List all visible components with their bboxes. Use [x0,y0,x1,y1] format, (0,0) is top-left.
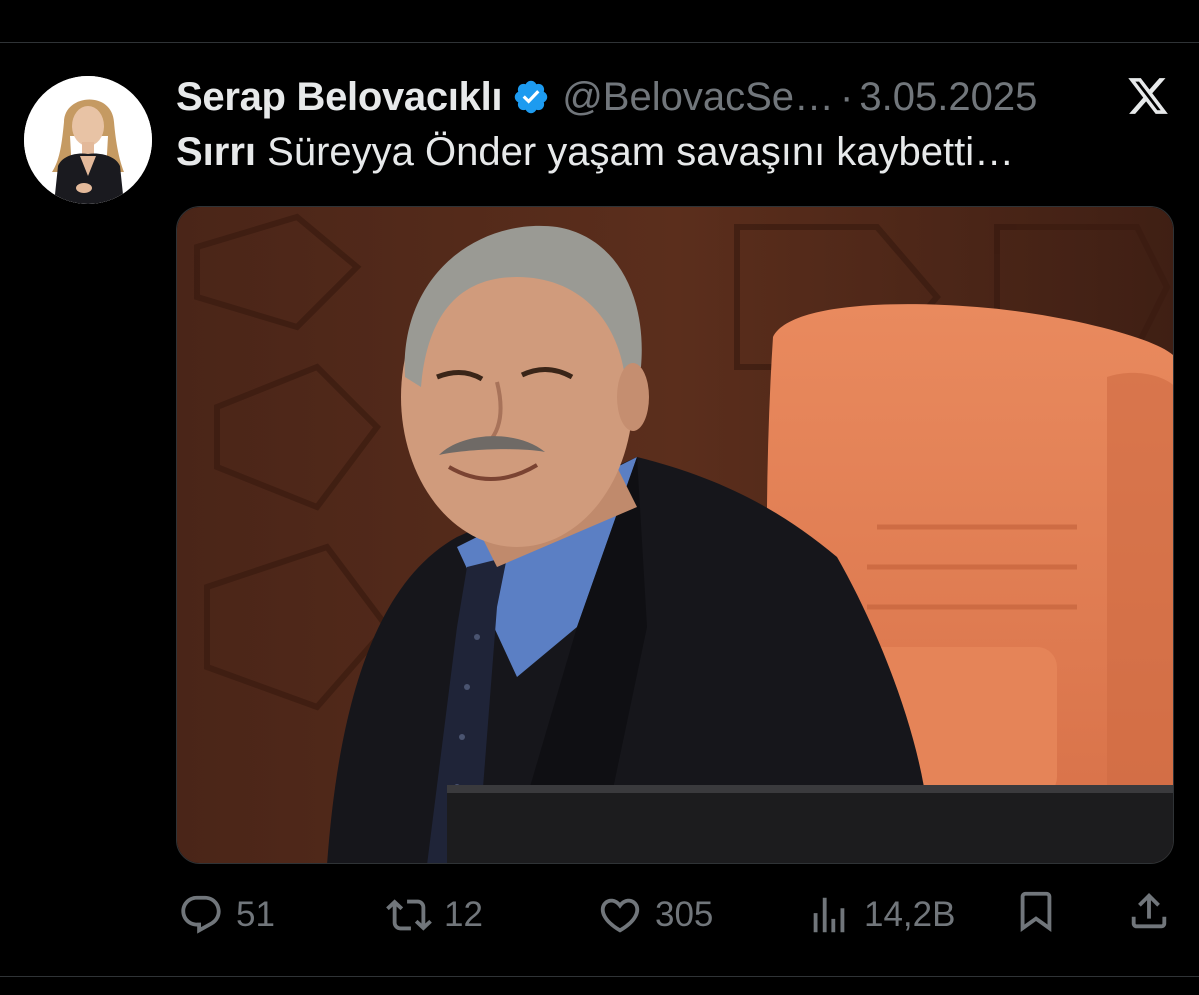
repost-button[interactable]: 12 [386,890,483,940]
tweet-date[interactable]: 3.05.2025 [859,75,1037,120]
x-logo-icon[interactable] [1125,74,1171,118]
bookmark-button[interactable] [1013,890,1059,940]
share-button[interactable] [1126,890,1172,940]
author-handle[interactable]: @BelovacSe… [562,75,834,120]
views-count: 14,2B [864,895,956,934]
like-icon [600,898,640,933]
top-divider [0,42,1199,43]
tweet-text-body: Süreyya Önder yaşam savaşını kaybetti… [256,130,1015,174]
avatar[interactable] [24,76,152,204]
like-count: 305 [655,895,714,934]
tweet-text: Sırrı Süreyya Önder yaşam savaşını kaybe… [176,130,1014,175]
author-display-name[interactable]: Serap Belovacıklı [176,75,503,120]
views-button[interactable]: 14,2B [806,890,955,940]
views-icon [813,897,845,933]
reply-icon [181,895,221,934]
tweet-media-image[interactable] [176,206,1174,864]
reply-count: 51 [236,895,275,934]
repost-icon [386,899,432,931]
reply-button[interactable]: 51 [178,890,275,940]
share-icon [1131,892,1167,928]
photo [177,207,1173,863]
like-button[interactable]: 305 [597,890,713,940]
repost-count: 12 [444,895,483,934]
bookmark-icon [1020,891,1052,932]
separator-dot: · [840,74,854,119]
avatar-image [24,76,152,204]
verified-badge-icon [514,80,548,114]
bottom-divider [0,976,1199,977]
tweet-text-bold: Sırrı [176,130,257,174]
tweet-header: Serap Belovacıklı @BelovacSe… · 3.05.202… [176,72,1037,122]
